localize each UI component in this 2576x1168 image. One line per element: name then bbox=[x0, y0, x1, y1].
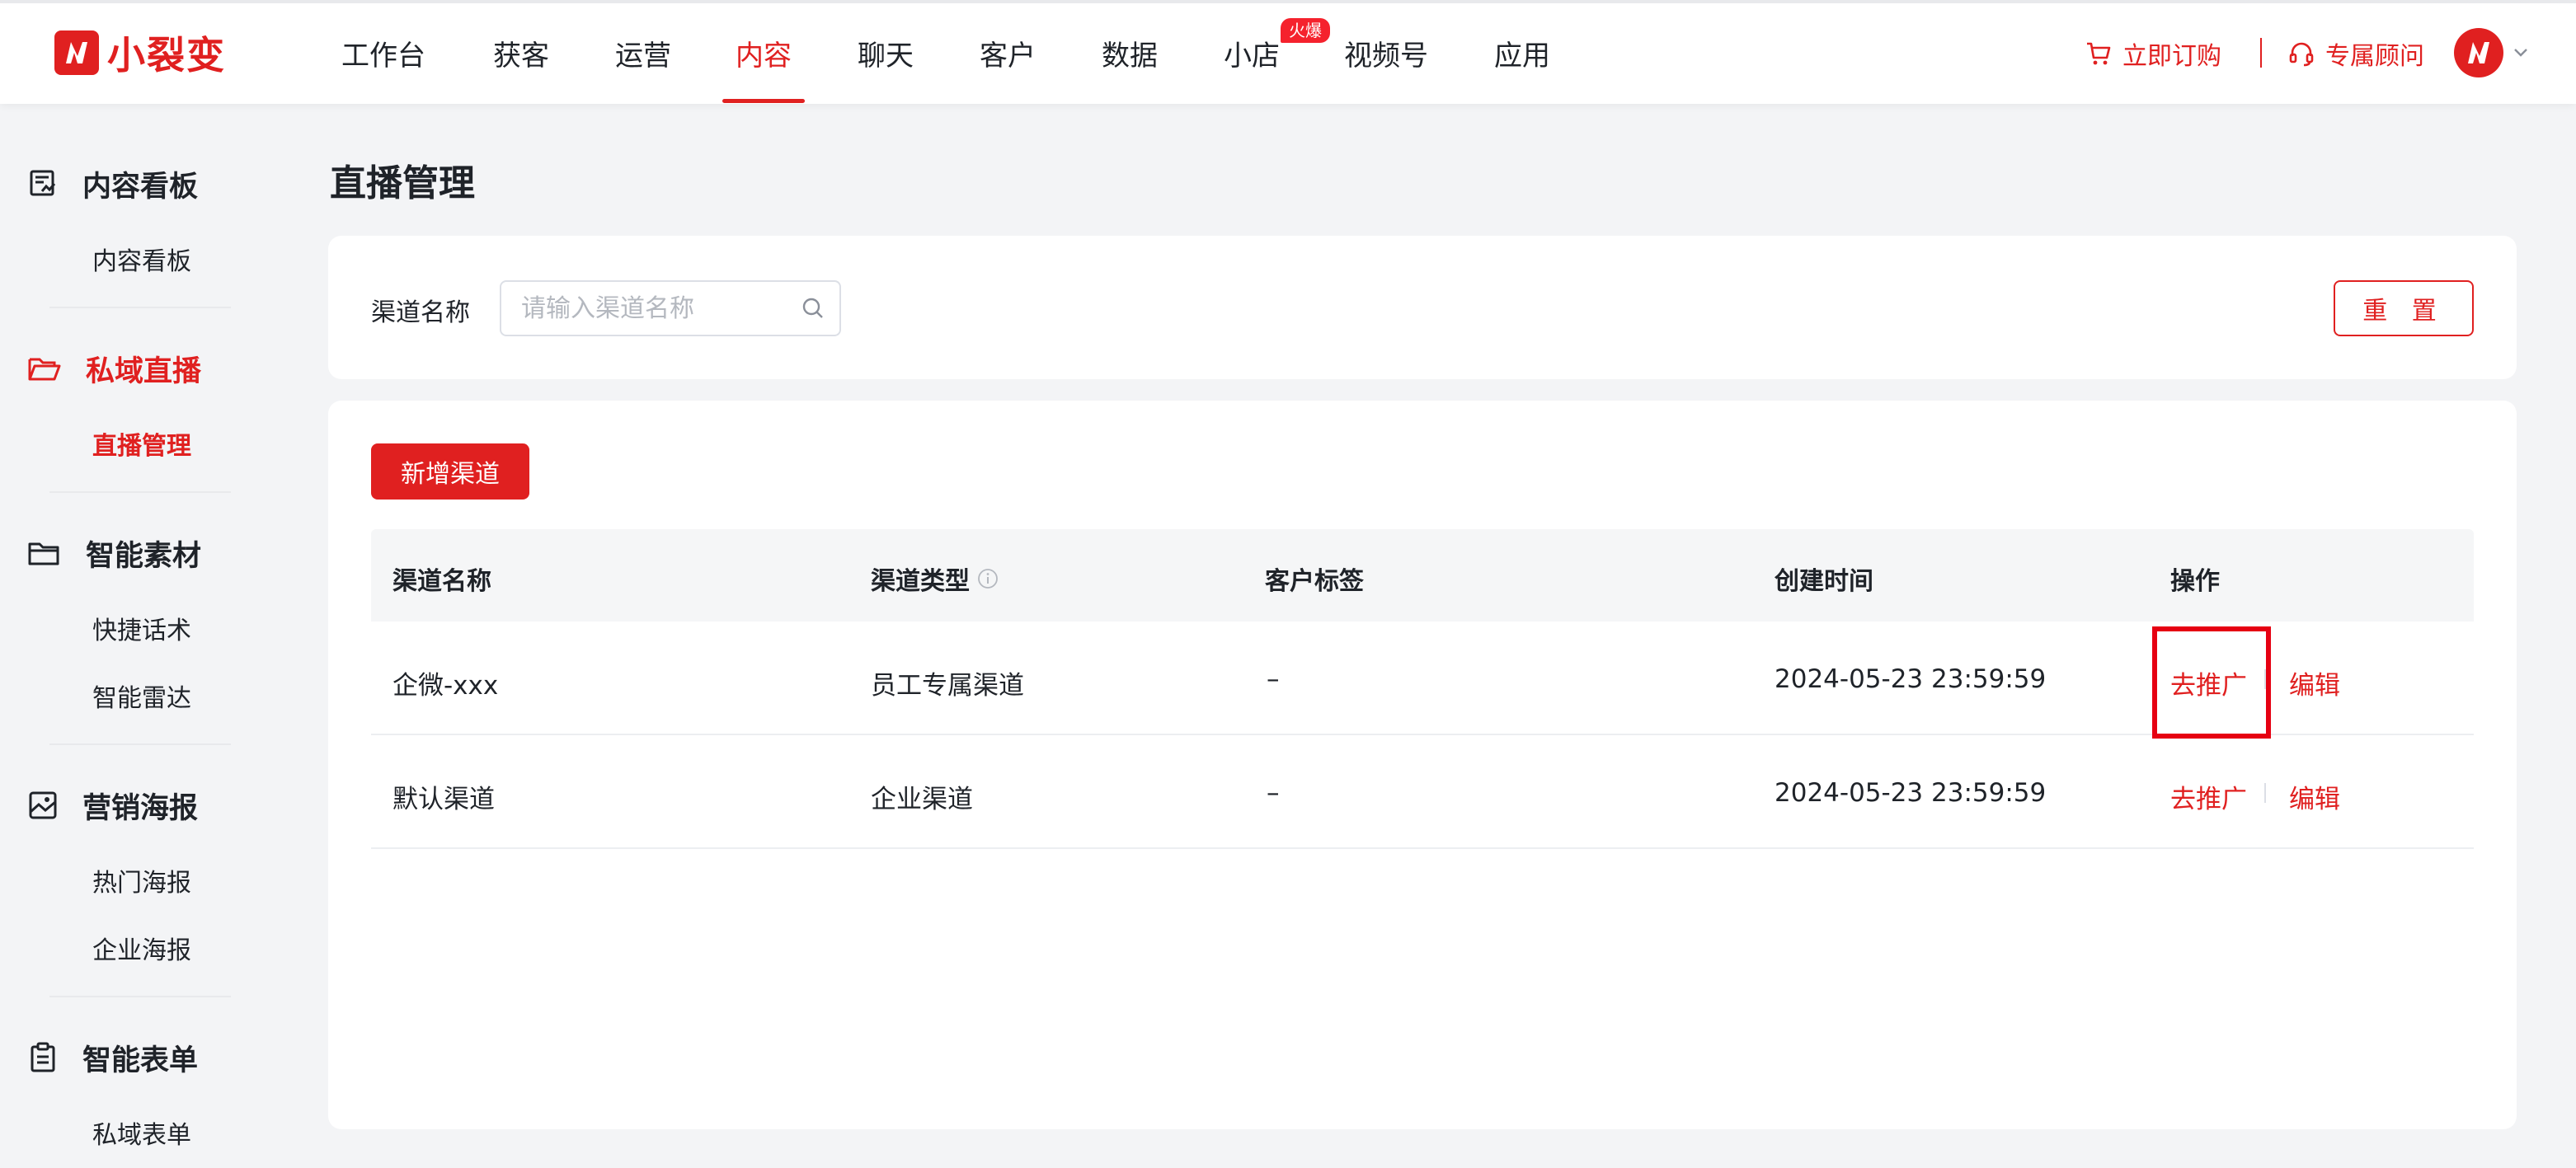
column-header-channel-type: 渠道类型 bbox=[871, 561, 999, 597]
info-icon[interactable] bbox=[976, 567, 999, 590]
chevron-down-icon[interactable] bbox=[2512, 43, 2530, 64]
headset-icon bbox=[2289, 42, 2314, 67]
reset-button[interactable]: 重 置 bbox=[2334, 280, 2474, 336]
nav-item-content[interactable]: 内容 bbox=[736, 33, 792, 73]
sidebar-group-marketing-posters[interactable]: 营销海报 bbox=[26, 785, 198, 826]
promote-link[interactable]: 去推广 bbox=[2170, 778, 2247, 815]
cart-icon bbox=[2087, 42, 2111, 65]
order-now-label: 立即订购 bbox=[2122, 42, 2221, 71]
sidebar-divider bbox=[49, 307, 231, 308]
sidebar-group-smart-materials[interactable]: 智能素材 bbox=[26, 532, 201, 574]
nav-item-customers[interactable]: 客户 bbox=[980, 33, 1036, 73]
cell-customer-tags: – bbox=[1267, 778, 1280, 808]
action-separator bbox=[2264, 783, 2266, 803]
sidebar-group-label: 内容看板 bbox=[82, 170, 199, 204]
sidebar-item-hot-posters[interactable]: 热门海报 bbox=[92, 862, 191, 898]
sidebar-group-private-live[interactable]: 私域直播 bbox=[26, 348, 201, 389]
sidebar-group-content-board[interactable]: 内容看板 bbox=[26, 163, 198, 204]
brand-name: 小裂变 bbox=[107, 33, 226, 77]
nav-item-operations[interactable]: 运营 bbox=[615, 33, 671, 73]
channel-name-search-input[interactable] bbox=[521, 290, 793, 326]
nav-item-shop[interactable]: 小店 bbox=[1224, 33, 1280, 73]
sidebar-item-company-posters[interactable]: 企业海报 bbox=[92, 930, 191, 966]
sidebar-item-content-board[interactable]: 内容看板 bbox=[92, 241, 191, 277]
page-title: 直播管理 bbox=[330, 162, 475, 204]
advisor-link[interactable]: 专属顾问 bbox=[2287, 35, 2424, 72]
table-header: 渠道名称 渠道类型 客户标签 创建时间 操作 bbox=[371, 529, 2474, 622]
sidebar-item-private-forms[interactable]: 私域表单 bbox=[92, 1114, 191, 1151]
edit-link[interactable]: 编辑 bbox=[2289, 778, 2340, 815]
edit-link[interactable]: 编辑 bbox=[2289, 664, 2340, 701]
nav-item-data[interactable]: 数据 bbox=[1102, 33, 1158, 73]
column-header-created-time: 创建时间 bbox=[1775, 567, 1873, 596]
nav-item-chat[interactable]: 聊天 bbox=[858, 33, 914, 73]
sidebar-group-label: 营销海报 bbox=[82, 791, 199, 825]
folder-open-icon bbox=[28, 358, 61, 381]
sidebar: 内容看板 内容看板 私域直播 直播管理 智能素材 快捷话术 智能雷达 营销海报 … bbox=[0, 104, 280, 1168]
sidebar-group-label: 私域直播 bbox=[86, 354, 202, 388]
table-row: 企微-xxx 员工专属渠道 – 2024-05-23 23:59:59 去推广 … bbox=[371, 622, 2474, 735]
sidebar-divider bbox=[49, 491, 231, 493]
column-header-channel-name: 渠道名称 bbox=[393, 567, 491, 596]
logo-mark-icon bbox=[54, 30, 99, 75]
sidebar-group-label: 智能素材 bbox=[86, 539, 202, 573]
clipboard-icon bbox=[31, 1042, 55, 1072]
cell-channel-type: 员工专属渠道 bbox=[871, 671, 1024, 701]
search-icon[interactable] bbox=[800, 295, 826, 321]
poster-icon bbox=[29, 791, 57, 819]
cell-channel-type: 企业渠道 bbox=[871, 785, 973, 814]
add-channel-button[interactable]: 新增渠道 bbox=[371, 443, 529, 500]
sidebar-group-smart-forms[interactable]: 智能表单 bbox=[26, 1037, 198, 1078]
cell-channel-name: 企微-xxx bbox=[393, 671, 499, 701]
active-nav-indicator bbox=[722, 99, 805, 103]
action-separator bbox=[2264, 669, 2266, 689]
table-row: 默认渠道 企业渠道 – 2024-05-23 23:59:59 去推广 编辑 bbox=[371, 735, 2474, 849]
filter-label: 渠道名称 bbox=[371, 298, 470, 327]
folder-icon bbox=[28, 542, 59, 565]
sidebar-item-smart-radar[interactable]: 智能雷达 bbox=[92, 678, 191, 714]
sidebar-divider bbox=[49, 996, 231, 997]
search-input-wrapper[interactable] bbox=[500, 280, 841, 336]
order-now-link[interactable]: 立即订购 bbox=[2085, 35, 2221, 72]
nav-item-channels[interactable]: 视频号 bbox=[1344, 33, 1428, 73]
cell-created-time: 2024-05-23 23:59:59 bbox=[1775, 664, 2047, 694]
sidebar-group-label: 智能表单 bbox=[82, 1044, 199, 1077]
sidebar-item-quick-scripts[interactable]: 快捷话术 bbox=[92, 610, 191, 646]
user-avatar[interactable] bbox=[2454, 28, 2503, 77]
cell-created-time: 2024-05-23 23:59:59 bbox=[1775, 778, 2047, 808]
column-header-label: 渠道类型 bbox=[871, 567, 970, 596]
hot-badge: 火爆 bbox=[1281, 18, 1330, 43]
cell-customer-tags: – bbox=[1267, 664, 1280, 694]
dashboard-icon bbox=[30, 170, 56, 196]
avatar-logo-icon bbox=[2468, 42, 2489, 63]
sidebar-item-live-management[interactable]: 直播管理 bbox=[92, 425, 191, 462]
column-header-customer-tags: 客户标签 bbox=[1265, 567, 1364, 596]
advisor-label: 专属顾问 bbox=[2325, 42, 2424, 71]
nav-item-workbench[interactable]: 工作台 bbox=[341, 33, 425, 73]
nav-item-apps[interactable]: 应用 bbox=[1494, 33, 1550, 73]
nav-item-acquire[interactable]: 获客 bbox=[493, 33, 549, 73]
column-header-actions: 操作 bbox=[2170, 567, 2220, 596]
brand-logo[interactable]: 小裂变 bbox=[54, 28, 226, 77]
promote-link[interactable]: 去推广 bbox=[2170, 664, 2247, 701]
top-navigation-bar: 小裂变 工作台 获客 运营 内容 聊天 客户 数据 小店 视频号 应用 火爆 立… bbox=[0, 0, 2576, 104]
header-divider bbox=[2260, 38, 2262, 68]
sidebar-divider bbox=[49, 743, 231, 745]
cell-channel-name: 默认渠道 bbox=[393, 785, 495, 814]
